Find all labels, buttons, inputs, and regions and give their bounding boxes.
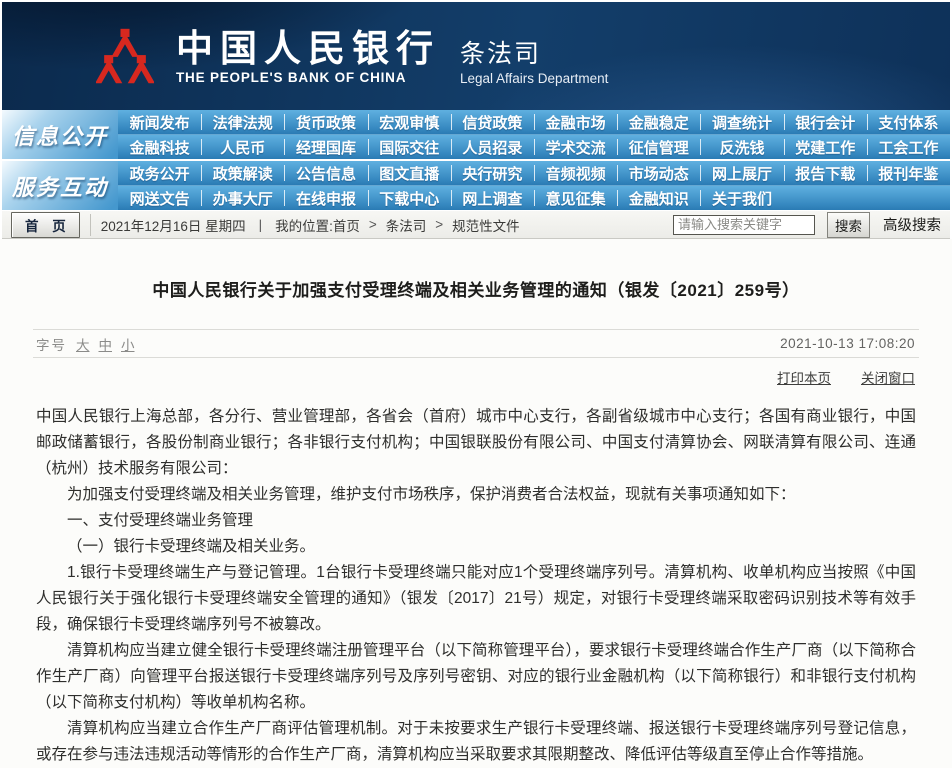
nav-item[interactable]: 征信管理 — [617, 135, 700, 159]
main-navigation: 信息公开 新闻发布 法律法规 货币政策 宏观审慎 信贷政策 金融市场 金融稳定 … — [2, 110, 950, 210]
nav-section-info-disclosure: 信息公开 新闻发布 法律法规 货币政策 宏观审慎 信贷政策 金融市场 金融稳定 … — [2, 110, 950, 159]
nav-item[interactable]: 工会工作 — [867, 135, 950, 159]
nav-item[interactable]: 金融市场 — [534, 110, 617, 134]
article-paragraph: 一、支付受理终端业务管理 — [36, 508, 916, 534]
nav-item[interactable]: 金融稳定 — [617, 110, 700, 134]
fontsize-medium[interactable]: 中 — [99, 334, 113, 354]
current-date: 2021年12月16日 星期四 — [101, 215, 246, 235]
nav-item[interactable]: 新闻发布 — [118, 110, 201, 134]
article-body: 中国人民银行上海总部，各分行、营业管理部，各省会（首府）城市中心支行，各副省级城… — [0, 392, 952, 768]
site-header: 中国人民银行 THE PEOPLE'S BANK OF CHINA 条法司 Le… — [2, 2, 950, 110]
advanced-search-link[interactable]: 高级搜索 — [883, 214, 941, 235]
dept-name-en: Legal Affairs Department — [460, 71, 608, 86]
bank-name-en: THE PEOPLE'S BANK OF CHINA — [176, 70, 440, 85]
nav-item[interactable]: 政策解读 — [201, 161, 284, 185]
nav-item[interactable]: 办事大厅 — [201, 186, 284, 210]
nav-item[interactable]: 党建工作 — [784, 135, 867, 159]
article-paragraph: 1.银行卡受理终端生产与登记管理。1台银行卡受理终端只能对应1个受理终端序列号。… — [36, 560, 916, 638]
nav-item[interactable]: 网上展厅 — [700, 161, 783, 185]
article-title: 中国人民银行关于加强支付受理终端及相关业务管理的通知（银发〔2021〕259号） — [0, 239, 952, 302]
home-button[interactable]: 首 页 — [11, 212, 80, 238]
nav-item[interactable]: 报刊年鉴 — [867, 161, 950, 185]
article-meta-row: 字号 大 中 小 2021-10-13 17:08:20 — [33, 329, 919, 358]
print-page-link[interactable]: 打印本页 — [777, 367, 831, 387]
nav-row: 金融科技 人民币 经理国库 国际交往 人员招录 学术交流 征信管理 反洗钱 党建… — [118, 134, 950, 159]
nav-item[interactable]: 货币政策 — [284, 110, 367, 134]
fontsize-label: 字号 — [36, 334, 67, 354]
nav-row: 网送文告 办事大厅 在线申报 下载中心 网上调查 意见征集 金融知识 关于我们 — [118, 185, 950, 210]
nav-section-label-info-disclosure[interactable]: 信息公开 — [2, 110, 118, 159]
nav-item[interactable]: 音频视频 — [534, 161, 617, 185]
nav-item[interactable]: 市场动态 — [617, 161, 700, 185]
article-paragraph: （一）银行卡受理终端及相关业务。 — [36, 534, 916, 560]
search-area: 搜索 高级搜索 — [673, 212, 941, 238]
article-paragraph: 为加强支付受理终端及相关业务管理，维护支付市场秩序，保护消费者合法权益，现就有关… — [36, 482, 916, 508]
nav-item[interactable]: 金融知识 — [617, 186, 700, 210]
nav-item[interactable]: 银行会计 — [784, 110, 867, 134]
nav-item[interactable]: 央行研究 — [451, 161, 534, 185]
nav-item[interactable]: 报告下载 — [784, 161, 867, 185]
bank-name-cn: 中国人民银行 — [176, 28, 440, 68]
nav-item[interactable]: 反洗钱 — [700, 135, 783, 159]
close-window-link[interactable]: 关闭窗口 — [861, 367, 915, 387]
nav-item[interactable]: 人员招录 — [451, 135, 534, 159]
nav-item[interactable]: 关于我们 — [700, 186, 783, 210]
nav-item[interactable]: 调查统计 — [700, 110, 783, 134]
nav-item[interactable]: 经理国库 — [284, 135, 367, 159]
nav-item[interactable]: 公告信息 — [284, 161, 367, 185]
article-actions-row: 打印本页 关闭窗口 — [33, 358, 919, 392]
fontsize-large[interactable]: 大 — [76, 334, 90, 354]
nav-row: 新闻发布 法律法规 货币政策 宏观审慎 信贷政策 金融市场 金融稳定 调查统计 … — [118, 110, 950, 134]
page: 中国人民银行 THE PEOPLE'S BANK OF CHINA 条法司 Le… — [0, 2, 952, 772]
nav-item[interactable]: 支付体系 — [867, 110, 950, 134]
pboc-logo-icon — [96, 27, 154, 85]
location-prefix: 我的位置: — [275, 215, 333, 235]
nav-item[interactable]: 下载中心 — [368, 186, 451, 210]
nav-item[interactable]: 学术交流 — [534, 135, 617, 159]
nav-section-label-services[interactable]: 服务互动 — [2, 161, 118, 210]
article-paragraph: 清算机构应当建立合作生产厂商评估管理机制。对于未按要求生产银行卡受理终端、报送银… — [36, 716, 916, 768]
article-paragraph: 中国人民银行上海总部，各分行、营业管理部，各省会（首府）城市中心支行，各副省级城… — [36, 404, 916, 482]
search-button[interactable]: 搜索 — [827, 212, 870, 238]
dept-name-cn: 条法司 — [460, 40, 608, 68]
nav-item[interactable]: 法律法规 — [201, 110, 284, 134]
nav-item[interactable]: 图文直播 — [368, 161, 451, 185]
nav-section-services: 服务互动 政务公开 政策解读 公告信息 图文直播 央行研究 音频视频 市场动态 … — [2, 161, 950, 210]
nav-item-empty — [784, 186, 867, 210]
article-content: 中国人民银行关于加强支付受理终端及相关业务管理的通知（银发〔2021〕259号）… — [0, 239, 952, 768]
nav-item[interactable]: 政务公开 — [118, 161, 201, 185]
search-input[interactable] — [673, 215, 815, 235]
nav-item[interactable]: 宏观审慎 — [368, 110, 451, 134]
date-location-divider: 丨 — [254, 215, 268, 235]
status-bar: 首 页 2021年12月16日 星期四 丨 我的位置:首页 > 条法司 > 规范… — [2, 211, 950, 239]
publish-timestamp: 2021-10-13 17:08:20 — [780, 336, 915, 351]
nav-item[interactable]: 金融科技 — [118, 135, 201, 159]
nav-item[interactable]: 意见征集 — [534, 186, 617, 210]
nav-row: 政务公开 政策解读 公告信息 图文直播 央行研究 音频视频 市场动态 网上展厅 … — [118, 161, 950, 185]
breadcrumb-separator: > — [435, 217, 443, 232]
breadcrumb-home[interactable]: 首页 — [333, 215, 360, 235]
nav-item[interactable]: 人民币 — [201, 135, 284, 159]
nav-item[interactable]: 在线申报 — [284, 186, 367, 210]
breadcrumb-normative-documents[interactable]: 规范性文件 — [452, 215, 520, 235]
nav-item-empty — [867, 186, 950, 210]
nav-item[interactable]: 信贷政策 — [451, 110, 534, 134]
article-paragraph: 清算机构应当建立健全银行卡受理终端注册管理平台（以下简称管理平台），要求银行卡受… — [36, 638, 916, 716]
nav-item[interactable]: 国际交往 — [368, 135, 451, 159]
breadcrumb-tiaofasi[interactable]: 条法司 — [386, 215, 427, 235]
breadcrumb-separator: > — [369, 217, 377, 232]
nav-item[interactable]: 网上调查 — [451, 186, 534, 210]
nav-item[interactable]: 网送文告 — [118, 186, 201, 210]
statusbar-divider — [90, 214, 91, 236]
fontsize-small[interactable]: 小 — [121, 334, 135, 354]
